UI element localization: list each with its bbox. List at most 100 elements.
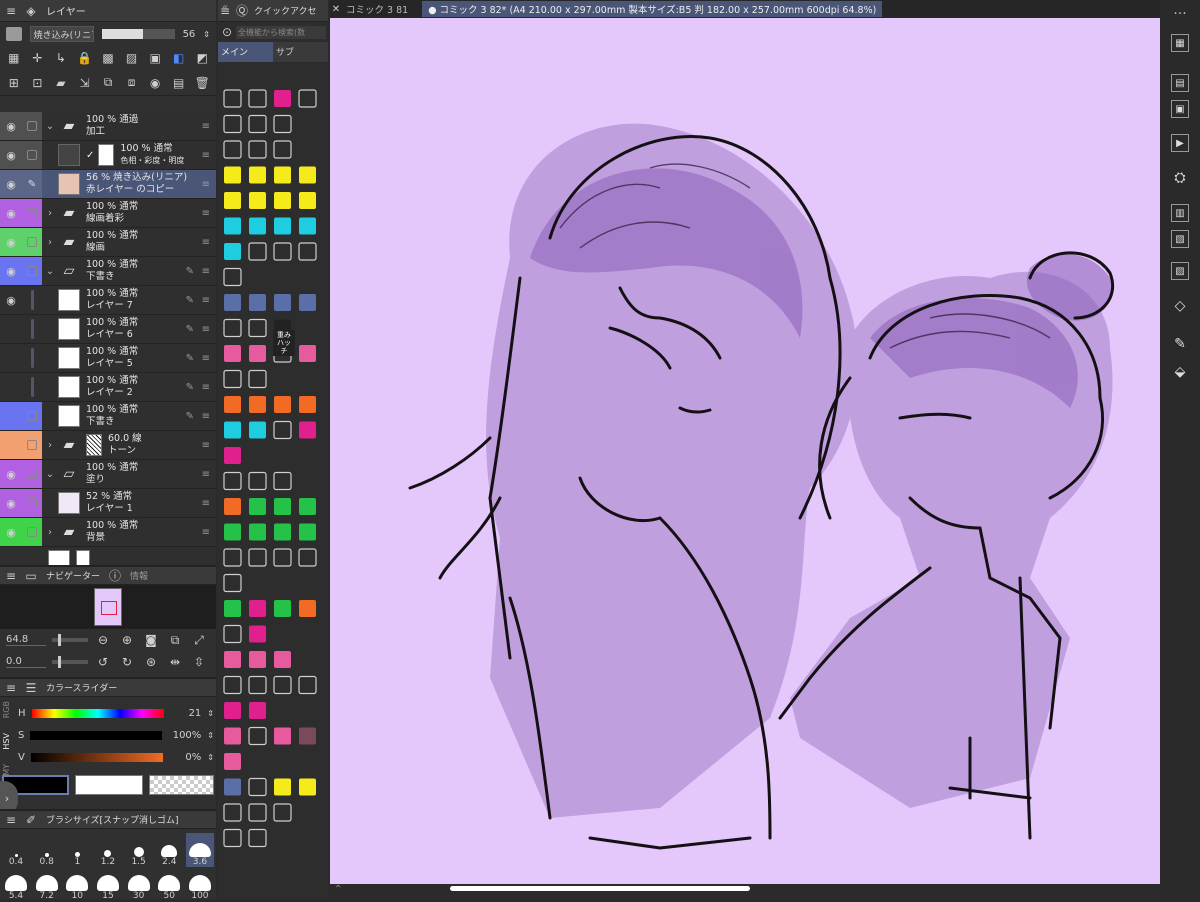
quick-access-tool-icon[interactable] [249,702,266,719]
quick-access-tool-icon[interactable] [274,396,291,413]
quick-access-tool-icon[interactable] [299,600,316,617]
layer-row-lineart[interactable]: ◉ › ▰ 100 % 通常 線画 ≡ [0,228,216,257]
quick-access-tool-icon[interactable] [223,318,242,338]
hue-stepper-icon[interactable]: ⇕ [207,709,214,718]
quick-access-tool-icon[interactable] [249,600,266,617]
layer-grip-icon[interactable]: ≡ [202,353,210,364]
brush-size-1[interactable]: 1 [63,833,91,867]
navigator-preview-area[interactable] [0,585,216,629]
color-slider-tab-title[interactable]: カラースライダー [46,681,117,694]
visibility-eye-icon[interactable] [0,431,22,459]
quick-access-tool-icon[interactable] [224,217,241,235]
quick-access-tool-icon[interactable] [223,548,242,567]
quick-access-tool-icon[interactable] [224,600,241,617]
page-manager-icon[interactable]: ▦ [1171,34,1189,52]
flip-vertical-icon[interactable]: ⇳ [190,653,208,671]
layer-grip-icon[interactable]: ≡ [202,382,210,393]
brush-size-1.2[interactable]: 1.2 [94,833,122,867]
close-tab-icon[interactable]: ✕ [330,0,342,18]
brush-size-3.6[interactable]: 3.6 [185,833,214,867]
brush-size-1.5[interactable]: 1.5 [125,833,153,867]
home-indicator[interactable] [450,886,750,891]
quick-access-tool-icon[interactable] [299,523,316,541]
lock-icon[interactable]: 🔒 [77,49,93,67]
expand-chevron-icon[interactable]: ⌄ [42,460,58,488]
quick-access-tool-icon[interactable] [224,294,241,311]
visibility-eye-icon[interactable] [0,547,22,565]
layer-check[interactable] [22,431,42,459]
palette-color-icon[interactable]: ◩ [195,49,211,67]
quick-access-tool-icon[interactable] [249,498,266,515]
quick-access-tool-icon[interactable] [224,166,241,184]
quick-access-tool-icon[interactable] [248,828,267,848]
layer-grip-icon[interactable]: ≡ [202,411,210,422]
quick-access-tool-icon[interactable] [223,89,242,108]
layer-check[interactable] [22,228,42,256]
quick-access-tool-icon[interactable] [223,803,242,822]
layer-check[interactable] [22,373,42,401]
opacity-slider[interactable] [102,29,175,39]
layer-check[interactable] [22,286,42,314]
quick-access-tool-icon[interactable] [273,548,292,567]
tab-main[interactable]: メイン [218,42,273,62]
quick-access-tool-icon[interactable] [224,421,241,439]
quick-access-tool-icon[interactable] [299,421,316,439]
visibility-eye-icon[interactable]: ◉ [0,518,22,546]
3d-material-icon[interactable]: ⛭ [1168,166,1192,190]
info-tab-title[interactable]: 情報 [130,569,148,582]
storyboard-icon[interactable]: ▧ [1171,230,1189,248]
fit-window-icon[interactable]: ⤢ [190,631,208,649]
apply-mask-icon[interactable]: ▤ [171,74,187,92]
layer-check[interactable] [22,199,42,227]
layer-grip-icon[interactable]: ≡ [202,237,210,248]
layer-check[interactable] [22,518,42,546]
quick-access-tool-icon[interactable] [224,447,241,464]
layer-row-paper[interactable] [0,547,216,565]
quick-access-tool-icon[interactable] [224,702,241,719]
menu-icon[interactable]: ≡ [6,811,16,829]
zoom-slider[interactable] [52,634,88,646]
quick-access-tool-icon[interactable] [274,651,291,668]
layer-row-1[interactable]: ◉ 52 % 通常 レイヤー 1 ≡ [0,489,216,518]
layer-mask-icon[interactable]: ◉ [147,74,163,92]
quick-access-tool-icon[interactable] [274,498,291,515]
quick-access-tool-icon[interactable] [274,217,291,235]
quick-access-tool-icon[interactable] [274,778,291,796]
layer-row-background[interactable]: ◉ › ▰ 100 % 通常 背景 ≡ [0,518,216,547]
layer-row-7[interactable]: ◉ 100 % 通常 レイヤー 7 ✎ ≡ [0,286,216,315]
saturation-stepper-icon[interactable]: ⇕ [207,731,214,740]
eraser-tool-icon[interactable]: ◇ [1168,294,1192,318]
quick-access-tool-icon[interactable] [248,726,267,746]
zoom-in-icon[interactable]: ⊕ [118,631,136,649]
visibility-eye-icon[interactable]: ◉ [0,199,22,227]
quick-access-tool-icon[interactable] [299,217,316,235]
collapse-chevron-icon[interactable]: › [42,228,58,256]
value-stepper-icon[interactable]: ⇕ [207,753,214,762]
quick-access-tool-icon[interactable] [249,421,266,439]
visibility-eye-icon[interactable]: ◉ [0,228,22,256]
visibility-eye-icon[interactable]: ◉ [0,170,22,198]
rotate-left-icon[interactable]: ↺ [94,653,112,671]
brush-size-100[interactable]: 100 [186,869,214,901]
quick-access-tool-icon[interactable] [248,318,267,338]
quick-access-tool-icon[interactable] [249,396,266,413]
combine-icon[interactable]: ⧉ [100,74,116,92]
layer-row-tone[interactable]: › ▰ 60.0 線トーン ≡ [0,431,216,460]
brush-size-2.4[interactable]: 2.4 [155,833,183,867]
quick-access-tool-icon[interactable] [223,369,242,389]
layer-check[interactable] [22,315,42,343]
color-swatch[interactable] [6,27,22,41]
layer-row-red-copy[interactable]: ◉ ✎ 56 % 焼き込み(リニア) 赤レイヤー のコピー ≡ [0,170,216,199]
layer-row-draft[interactable]: 100 % 通常 下書き ✎ ≡ [0,402,216,431]
quick-access-tool-icon[interactable] [273,114,292,134]
search-input[interactable]: 全機能から検索(数 [236,25,326,39]
layer-grip-icon[interactable]: ≡ [202,469,210,480]
quick-access-tool-icon[interactable] [274,90,291,107]
layer-row-6[interactable]: 100 % 通常 レイヤー 6 ✎ ≡ [0,315,216,344]
layer-grip-icon[interactable]: ≡ [202,121,210,132]
visibility-eye-icon[interactable]: ◉ [0,112,22,140]
draft-icon[interactable]: ▨ [124,49,140,67]
layer-row-draft-folder[interactable]: ◉ ⌄ ▱ 100 % 通常 下書き ✎ ≡ [0,257,216,286]
quick-access-tool-icon[interactable] [224,727,241,745]
visibility-eye-icon[interactable]: ◉ [0,460,22,488]
